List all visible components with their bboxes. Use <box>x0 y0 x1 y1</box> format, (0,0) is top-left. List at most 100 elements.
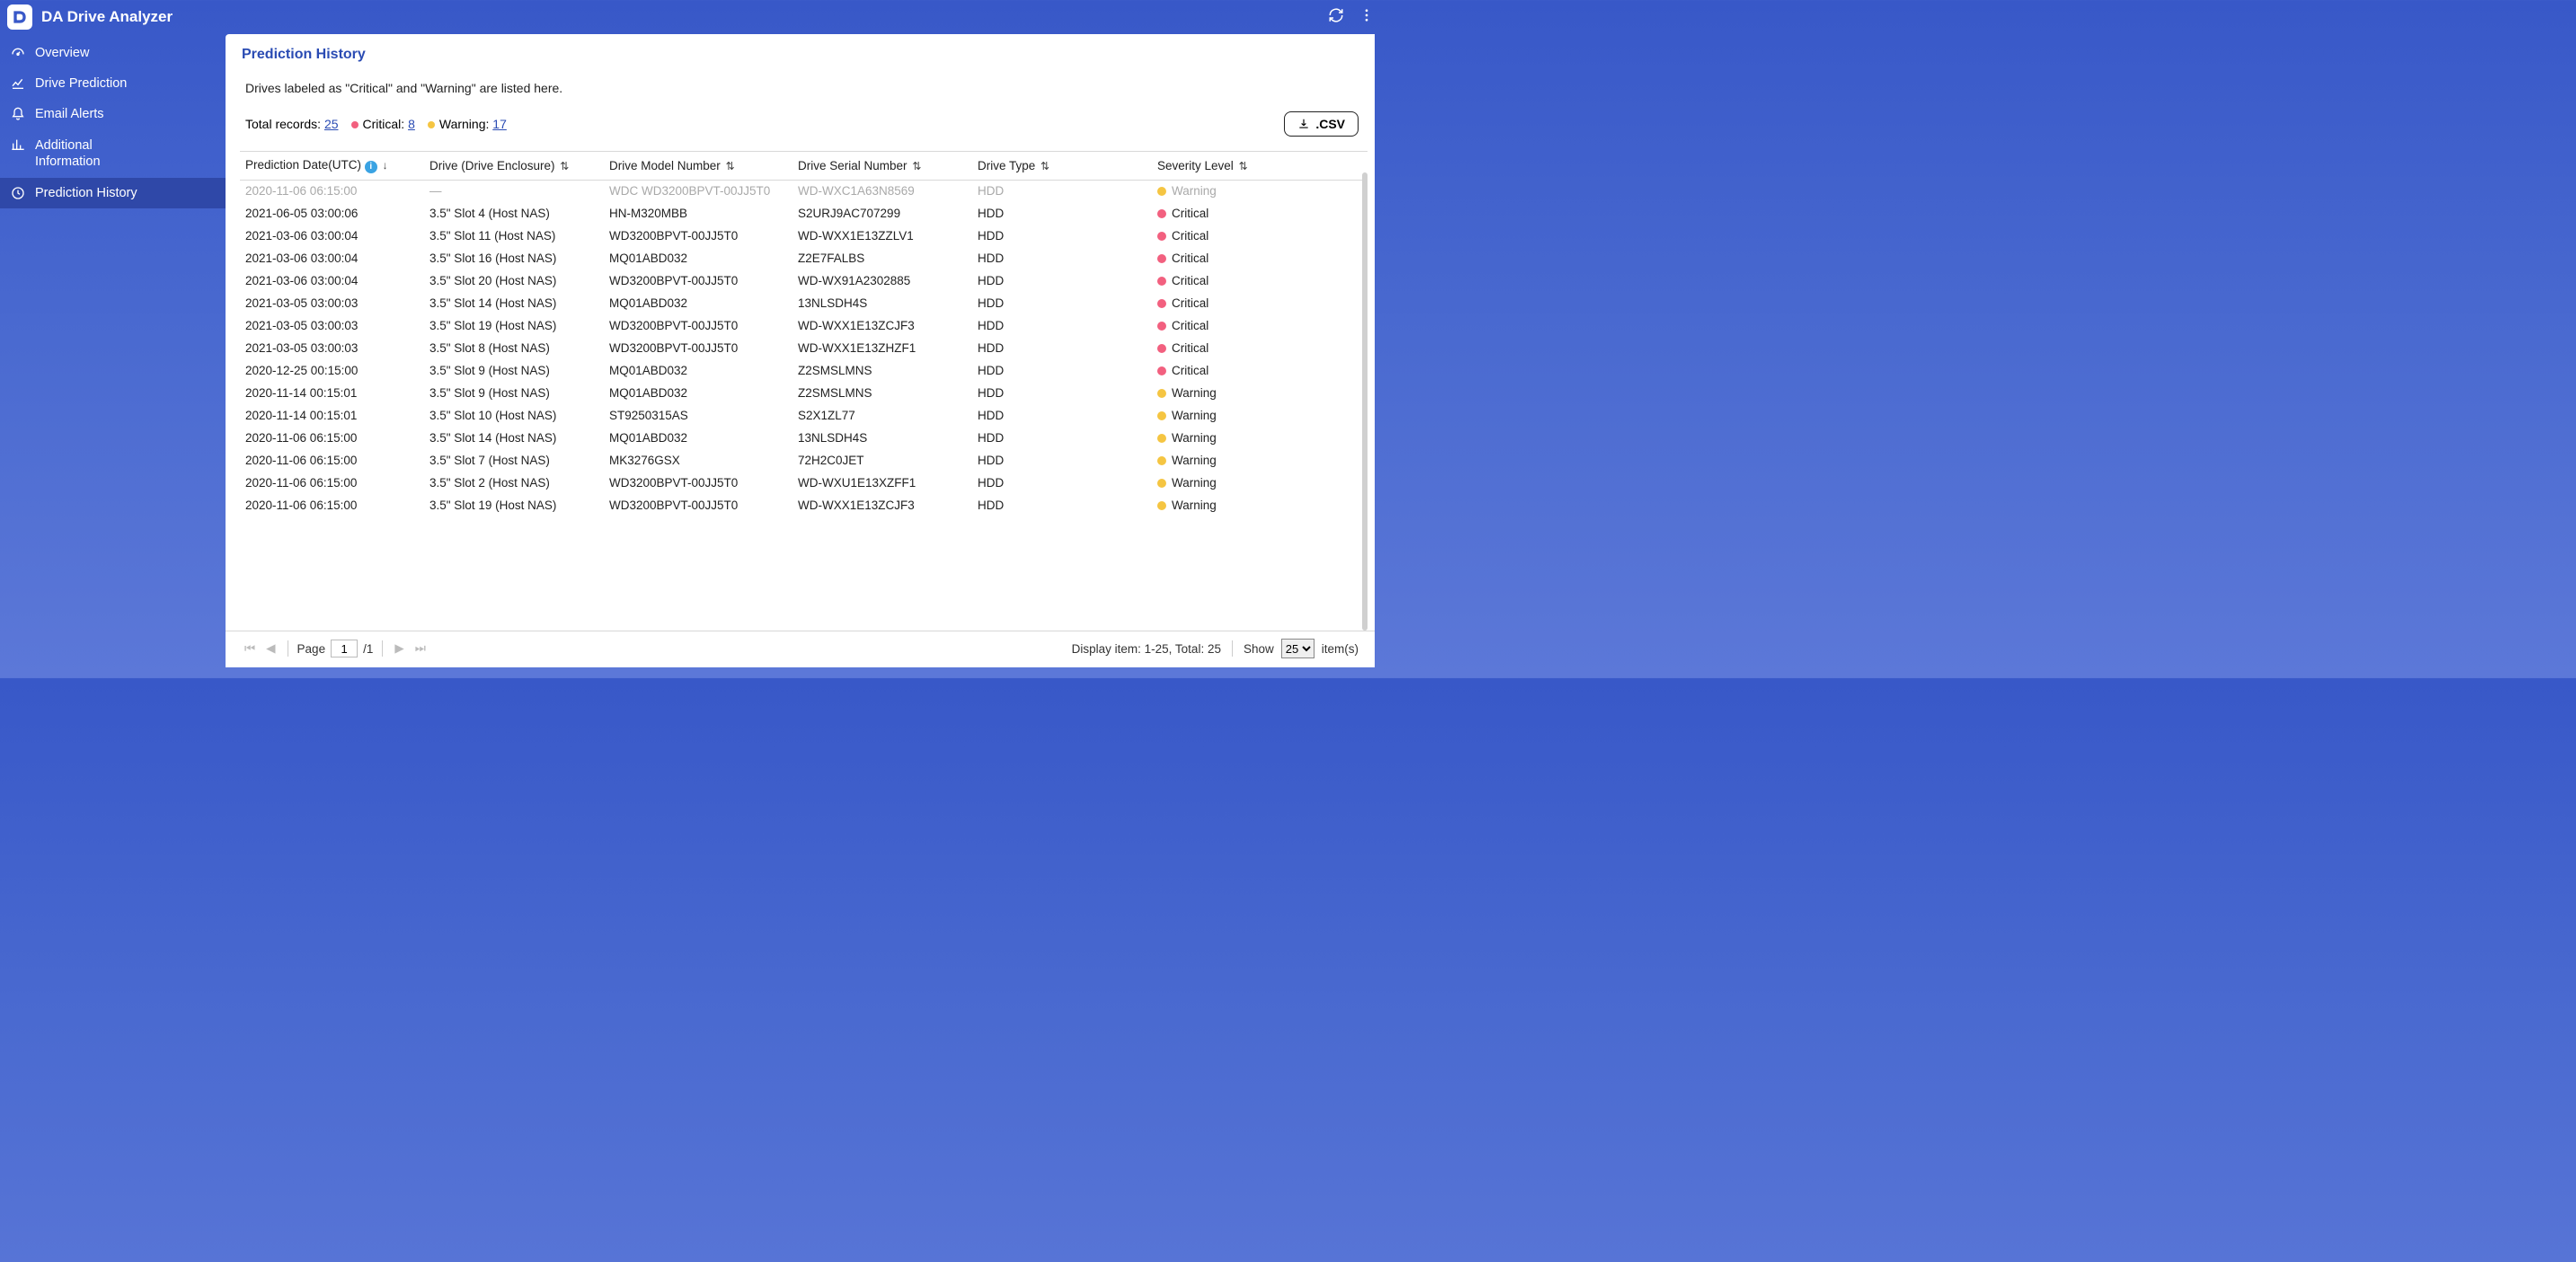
critical-dot-icon <box>351 121 359 128</box>
cell-severity: Warning <box>1152 427 1368 449</box>
sort-icon: ⇅ <box>1239 160 1248 172</box>
cell-severity: Critical <box>1152 314 1368 337</box>
cell-serial: S2X1ZL77 <box>792 404 972 427</box>
severity-dot-icon <box>1157 411 1166 420</box>
col-drive-type[interactable]: Drive Type ⇅ <box>972 152 1152 181</box>
col-model-number[interactable]: Drive Model Number ⇅ <box>604 152 792 181</box>
cell-type: HDD <box>972 359 1152 382</box>
page-title: Prediction History <box>242 47 1359 63</box>
cell-type: HDD <box>972 314 1152 337</box>
sidebar-item-email-alerts[interactable]: Email Alerts <box>0 99 226 129</box>
cell-severity: Critical <box>1152 337 1368 359</box>
table-row[interactable]: 2021-03-06 03:00:043.5" Slot 11 (Host NA… <box>240 225 1368 247</box>
refresh-icon[interactable] <box>1328 7 1344 28</box>
cell-serial: WD-WXX1E13ZCJF3 <box>792 494 972 516</box>
cell-type: HDD <box>972 225 1152 247</box>
total-records-link[interactable]: 25 <box>324 117 339 131</box>
app-logo <box>7 4 32 30</box>
table-row[interactable]: 2020-11-06 06:15:003.5" Slot 19 (Host NA… <box>240 494 1368 516</box>
table-row[interactable]: 2020-11-06 06:15:003.5" Slot 2 (Host NAS… <box>240 472 1368 494</box>
cell-enclosure: 3.5" Slot 16 (Host NAS) <box>424 247 604 269</box>
col-severity-level[interactable]: Severity Level ⇅ <box>1152 152 1368 181</box>
page-input[interactable] <box>331 640 358 657</box>
critical-count-link[interactable]: 8 <box>408 117 415 131</box>
cell-severity: Warning <box>1152 180 1368 202</box>
table-row[interactable]: 2021-03-05 03:00:033.5" Slot 19 (Host NA… <box>240 314 1368 337</box>
cell-model: MQ01ABD032 <box>604 427 792 449</box>
sort-icon: ⇅ <box>912 160 921 172</box>
table-row[interactable]: 2020-11-06 06:15:003.5" Slot 14 (Host NA… <box>240 427 1368 449</box>
sidebar-item-additional-information[interactable]: Additional Information <box>0 129 226 178</box>
cell-date: 2020-11-06 06:15:00 <box>240 180 424 202</box>
table-row[interactable]: 2020-11-14 00:15:013.5" Slot 10 (Host NA… <box>240 404 1368 427</box>
warning-count-link[interactable]: 17 <box>492 117 507 131</box>
cell-type: HDD <box>972 337 1152 359</box>
sidebar-item-overview[interactable]: Overview <box>0 38 226 68</box>
cell-date: 2021-03-05 03:00:03 <box>240 314 424 337</box>
severity-dot-icon <box>1157 479 1166 488</box>
info-icon[interactable]: i <box>365 161 377 173</box>
sort-icon: ⇅ <box>726 160 735 172</box>
table-row[interactable]: 2020-12-25 00:15:003.5" Slot 9 (Host NAS… <box>240 359 1368 382</box>
table-row[interactable]: 2021-06-05 03:00:063.5" Slot 4 (Host NAS… <box>240 202 1368 225</box>
cell-severity: Critical <box>1152 247 1368 269</box>
severity-dot-icon <box>1157 389 1166 398</box>
pager-next-button[interactable]: ▶ <box>392 641 406 656</box>
col-drive-enclosure[interactable]: Drive (Drive Enclosure) ⇅ <box>424 152 604 181</box>
cell-model: MQ01ABD032 <box>604 382 792 404</box>
cell-enclosure: 3.5" Slot 4 (Host NAS) <box>424 202 604 225</box>
more-vertical-icon[interactable] <box>1359 7 1375 28</box>
cell-severity: Warning <box>1152 382 1368 404</box>
table-row[interactable]: 2020-11-06 06:15:003.5" Slot 7 (Host NAS… <box>240 449 1368 472</box>
sidebar-item-drive-prediction[interactable]: Drive Prediction <box>0 68 226 99</box>
pager-prev-button[interactable]: ◀ <box>263 641 278 656</box>
cell-date: 2021-06-05 03:00:06 <box>240 202 424 225</box>
cell-serial: 13NLSDH4S <box>792 427 972 449</box>
cell-enclosure: 3.5" Slot 9 (Host NAS) <box>424 359 604 382</box>
page-label: Page <box>297 642 326 656</box>
app-title: DA Drive Analyzer <box>41 8 173 26</box>
cell-serial: WD-WXX1E13ZZLV1 <box>792 225 972 247</box>
cell-enclosure: 3.5" Slot 9 (Host NAS) <box>424 382 604 404</box>
items-label: item(s) <box>1322 642 1359 656</box>
cell-serial: Z2E7FALBS <box>792 247 972 269</box>
page-size-select[interactable]: 25 <box>1281 639 1315 658</box>
clock-icon <box>10 186 26 200</box>
cell-severity: Warning <box>1152 404 1368 427</box>
cell-severity: Critical <box>1152 202 1368 225</box>
cell-model: WDC WD3200BPVT-00JJ5T0 <box>604 180 792 202</box>
table-row[interactable]: 2020-11-14 00:15:013.5" Slot 9 (Host NAS… <box>240 382 1368 404</box>
export-csv-button[interactable]: .CSV <box>1284 111 1359 137</box>
col-serial-number[interactable]: Drive Serial Number ⇅ <box>792 152 972 181</box>
page-total: /1 <box>363 642 373 656</box>
critical-count: Critical: 8 <box>351 117 415 131</box>
sidebar-item-label: Overview <box>35 46 89 60</box>
col-prediction-date[interactable]: Prediction Date(UTC) i ↓ <box>240 152 424 181</box>
cell-model: WD3200BPVT-00JJ5T0 <box>604 269 792 292</box>
table-row[interactable]: 2021-03-05 03:00:033.5" Slot 14 (Host NA… <box>240 292 1368 314</box>
cell-type: HDD <box>972 180 1152 202</box>
table-row[interactable]: 2021-03-06 03:00:043.5" Slot 20 (Host NA… <box>240 269 1368 292</box>
cell-date: 2020-11-06 06:15:00 <box>240 494 424 516</box>
pager-first-button[interactable]: ⏮ <box>242 641 258 656</box>
cell-type: HDD <box>972 404 1152 427</box>
warning-count: Warning: 17 <box>428 117 507 131</box>
cell-model: WD3200BPVT-00JJ5T0 <box>604 337 792 359</box>
cell-model: WD3200BPVT-00JJ5T0 <box>604 472 792 494</box>
cell-severity: Critical <box>1152 359 1368 382</box>
cell-model: WD3200BPVT-00JJ5T0 <box>604 494 792 516</box>
topbar: DA Drive Analyzer <box>0 0 1384 34</box>
cell-model: MQ01ABD032 <box>604 292 792 314</box>
cell-enclosure: 3.5" Slot 7 (Host NAS) <box>424 449 604 472</box>
table-row[interactable]: 2020-11-06 06:15:00—WDC WD3200BPVT-00JJ5… <box>240 180 1368 202</box>
cell-serial: WD-WXC1A63N8569 <box>792 180 972 202</box>
table-row[interactable]: 2021-03-06 03:00:043.5" Slot 16 (Host NA… <box>240 247 1368 269</box>
pager-last-button[interactable]: ⏭ <box>412 641 429 656</box>
scrollbar[interactable] <box>1362 172 1368 631</box>
sort-icon: ⇅ <box>560 160 569 172</box>
table-row[interactable]: 2021-03-05 03:00:033.5" Slot 8 (Host NAS… <box>240 337 1368 359</box>
severity-dot-icon <box>1157 366 1166 375</box>
cell-date: 2020-12-25 00:15:00 <box>240 359 424 382</box>
sidebar-item-prediction-history[interactable]: Prediction History <box>0 178 226 208</box>
page-description: Drives labeled as "Critical" and "Warnin… <box>245 81 1359 95</box>
